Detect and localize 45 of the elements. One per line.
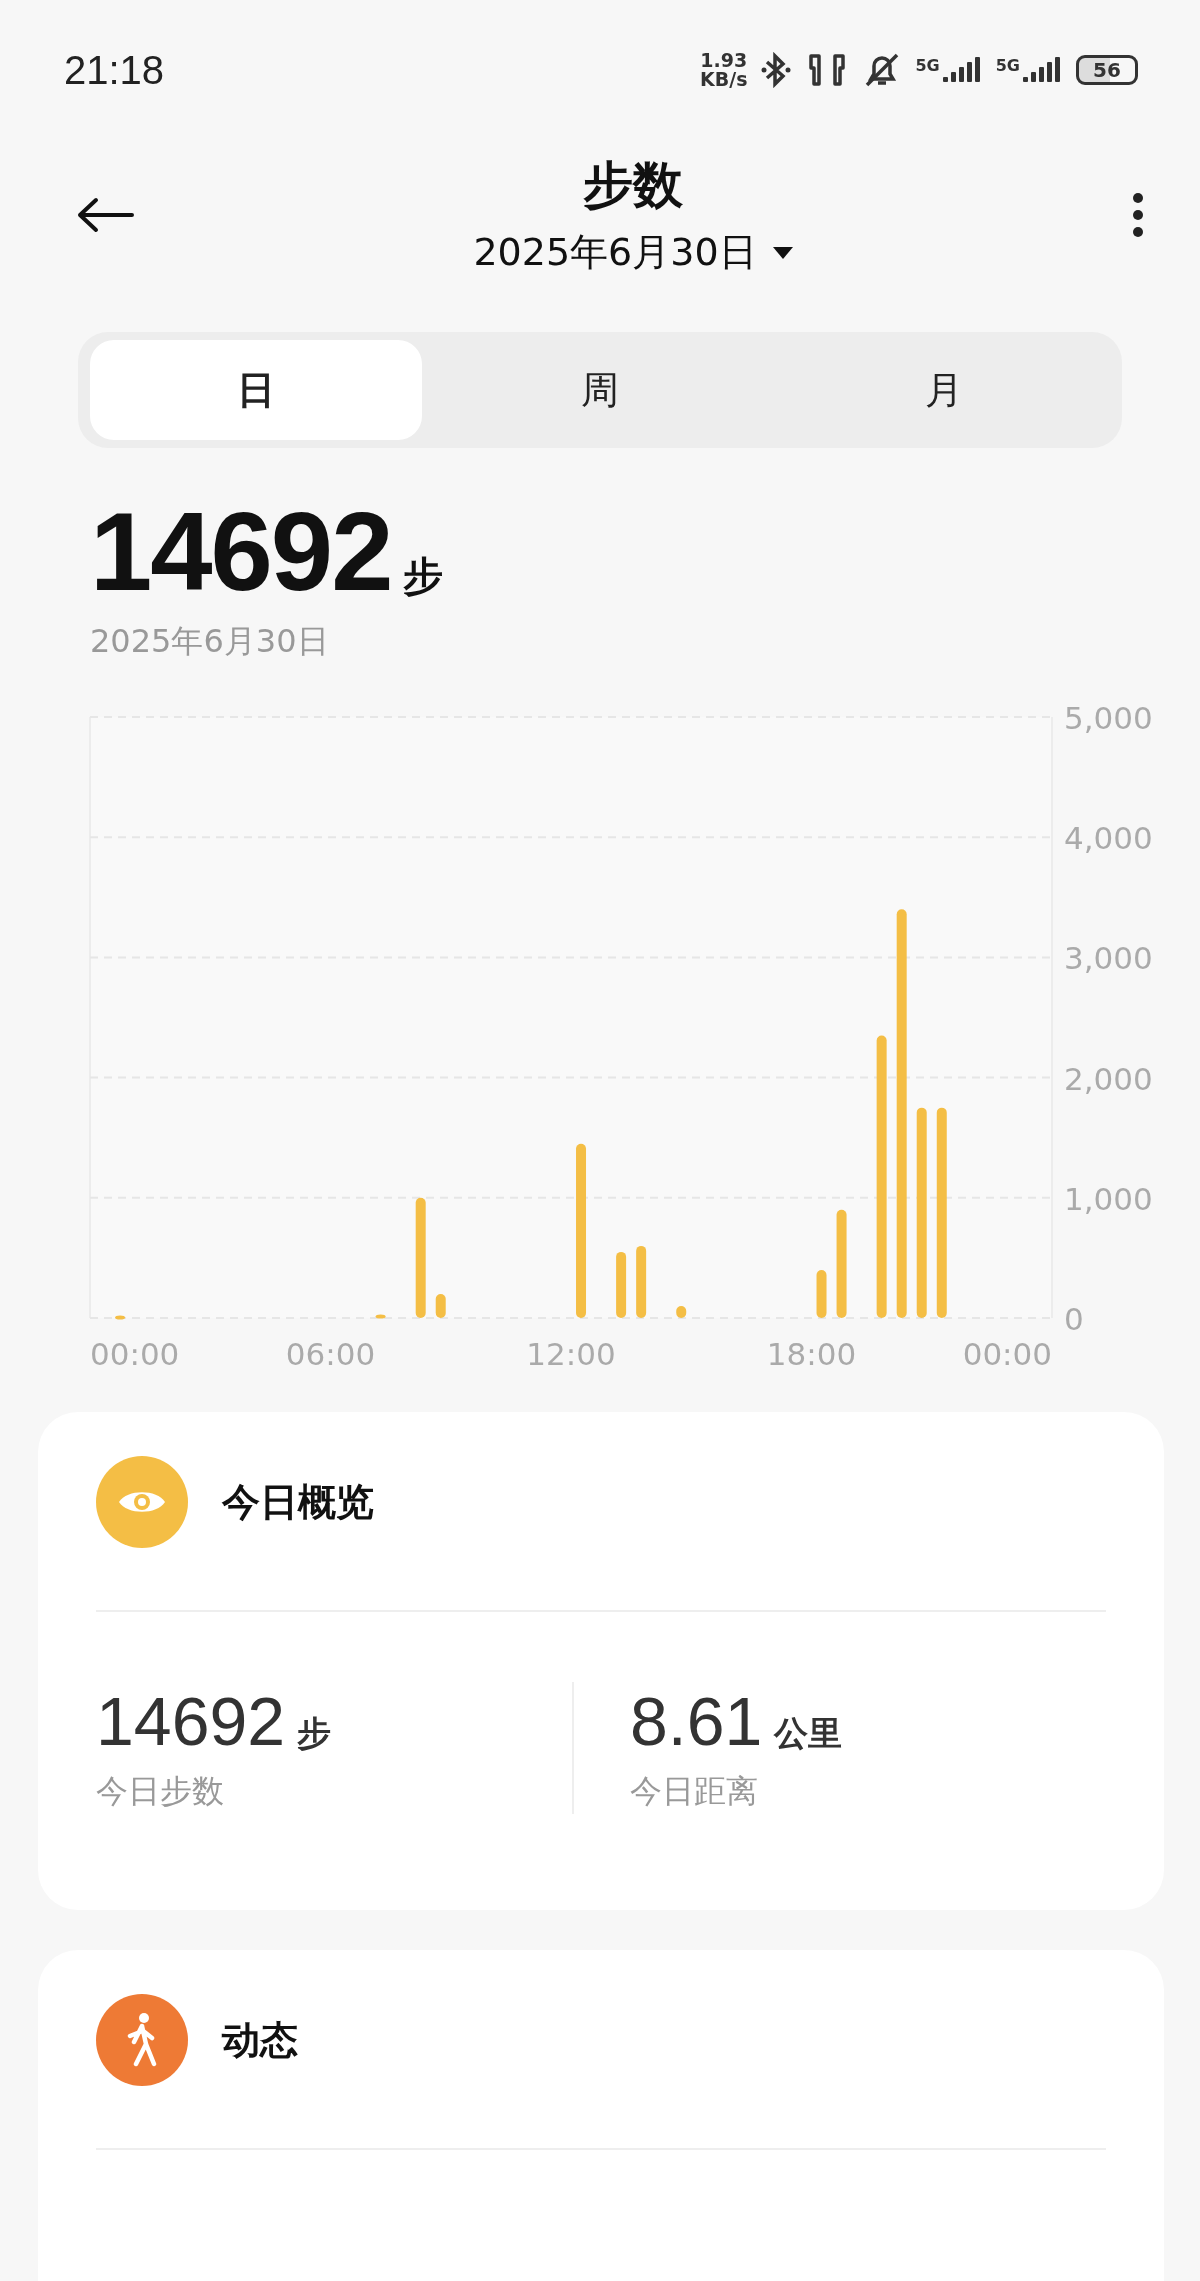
step-unit: 步 — [403, 552, 444, 601]
axis-label: 5,000 — [1064, 700, 1153, 736]
network-type: 5G — [915, 56, 940, 75]
axis-label: 00:00 — [90, 1336, 180, 1372]
axis-label: 18:00 — [766, 1336, 857, 1372]
chart-bar — [375, 1314, 386, 1319]
step-total: 14692 — [90, 496, 392, 608]
chart-bar — [616, 1251, 627, 1318]
axis-label: 3,000 — [1064, 940, 1153, 977]
period-tab[interactable]: 月 — [778, 340, 1110, 440]
status-time: 21:18 — [64, 47, 165, 93]
battery-icon: 56 — [1076, 55, 1138, 85]
signal-icon — [941, 56, 982, 84]
chart-bar — [676, 1306, 687, 1318]
network-speed: 1.93 — [700, 51, 748, 70]
axis-label: 00:00 — [962, 1336, 1052, 1372]
date-picker[interactable]: 2025年6月30日 — [473, 227, 793, 278]
stat-unit: 步 — [297, 1712, 332, 1755]
card-title: 今日概览 — [222, 1478, 374, 1526]
bluetooth-icon — [761, 52, 792, 88]
chart-bar — [435, 1293, 446, 1318]
page-title: 步数 — [583, 155, 683, 216]
stat-label: 今日距离 — [630, 1771, 759, 1812]
chart-bar — [115, 1315, 126, 1320]
axis-label: 1,000 — [1064, 1180, 1153, 1217]
stat-value: 8.61 — [630, 1682, 763, 1760]
card-title: 动态 — [222, 2016, 298, 2064]
axis-label: 0 — [1064, 1301, 1084, 1337]
axis-label: 4,000 — [1064, 820, 1153, 857]
signal-icon — [1022, 56, 1062, 84]
stat-unit: 公里 — [774, 1712, 843, 1755]
stat-label: 今日步数 — [96, 1771, 225, 1812]
caret-icon — [772, 246, 793, 259]
period-tab[interactable]: 周 — [434, 340, 766, 440]
period-tab[interactable]: 日 — [90, 340, 422, 440]
axis-label: 12:00 — [526, 1336, 616, 1372]
back-arrow-icon — [76, 197, 134, 233]
more-icon — [1132, 192, 1144, 238]
summary-date: 2025年6月30日 — [90, 621, 330, 662]
axis-label: 06:00 — [285, 1336, 376, 1372]
stat-value: 14692 — [96, 1682, 286, 1760]
network-speed-unit: KB/s — [700, 70, 748, 89]
network-type: 5G — [995, 56, 1020, 75]
axis-label: 2,000 — [1064, 1060, 1153, 1097]
chart-bar — [816, 1269, 827, 1318]
